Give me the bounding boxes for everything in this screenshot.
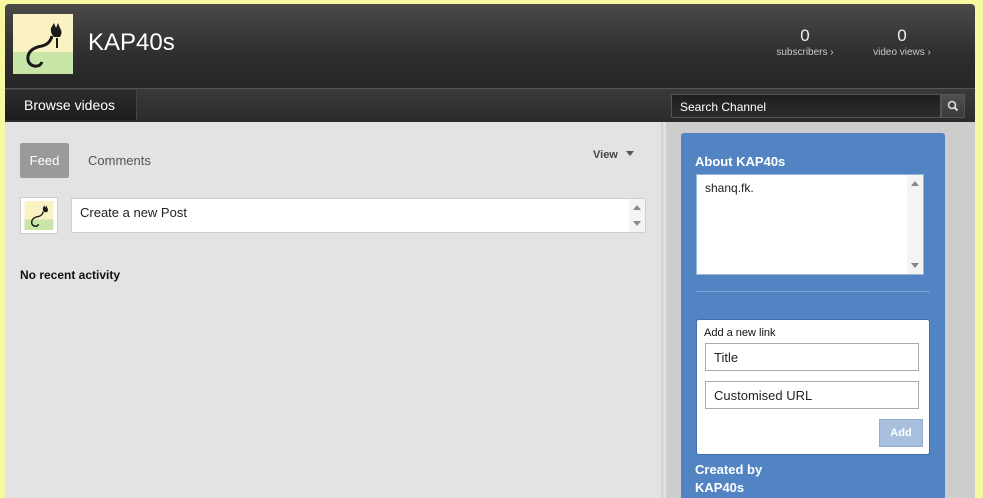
cat-silhouette-icon: [24, 201, 54, 230]
view-label: View: [593, 149, 618, 161]
magnifier-icon: [947, 100, 959, 112]
tab-comments[interactable]: Comments: [88, 153, 151, 168]
scroll-up-icon[interactable]: [911, 181, 919, 186]
add-link-button[interactable]: Add: [879, 419, 923, 447]
scroll-down-icon[interactable]: [911, 263, 919, 268]
about-scrollbar[interactable]: [907, 175, 923, 274]
about-panel: About KAP40s shanq.fk. Add a new link Ti…: [681, 133, 945, 498]
channel-header: KAP40s 0 subscribers › 0 video views ›: [5, 4, 975, 88]
link-url-input[interactable]: Customised URL: [705, 381, 919, 409]
browse-videos-button[interactable]: Browse videos: [5, 90, 136, 120]
channel-navbar: Browse videos Search Channel: [5, 88, 975, 122]
search-button[interactable]: [941, 94, 965, 118]
subscribers-stat[interactable]: 0 subscribers ›: [770, 26, 840, 58]
video-views-count: 0: [897, 26, 907, 45]
video-views-stat[interactable]: 0 video views ›: [867, 26, 937, 58]
empty-activity-message: No recent activity: [20, 268, 121, 282]
new-post-textarea[interactable]: Create a new Post: [71, 198, 646, 233]
view-dropdown[interactable]: View: [593, 149, 634, 161]
created-by-name[interactable]: KAP40s: [695, 479, 815, 497]
created-by: Created by KAP40s: [695, 461, 815, 497]
chevron-down-icon: [625, 151, 634, 156]
add-link-label: Add a new link: [704, 327, 776, 339]
about-description: shanq.fk.: [705, 181, 754, 195]
subscribers-label: subscribers ›: [776, 47, 834, 58]
post-author-avatar: [20, 197, 58, 234]
video-views-label: video views ›: [873, 47, 931, 58]
tab-feed[interactable]: Feed: [20, 143, 69, 178]
about-description-textarea[interactable]: shanq.fk.: [696, 174, 924, 275]
post-scrollbar[interactable]: [629, 199, 645, 232]
add-link-form: Add a new link Title Customised URL Add: [696, 319, 930, 455]
scroll-up-icon[interactable]: [633, 205, 641, 210]
channel-title: KAP40s: [88, 29, 175, 56]
divider: [696, 291, 930, 292]
new-post-placeholder: Create a new Post: [80, 205, 187, 220]
search-channel-input[interactable]: Search Channel: [671, 94, 941, 118]
channel-avatar[interactable]: [13, 14, 73, 74]
link-title-input[interactable]: Title: [705, 343, 919, 371]
about-title: About KAP40s: [695, 154, 786, 169]
feed-section: Feed Comments View Create a new Post No …: [5, 122, 661, 498]
created-by-label: Created by: [695, 462, 763, 477]
subscribers-count: 0: [800, 26, 810, 45]
cat-silhouette-icon: [13, 14, 73, 74]
scroll-down-icon[interactable]: [633, 221, 641, 226]
